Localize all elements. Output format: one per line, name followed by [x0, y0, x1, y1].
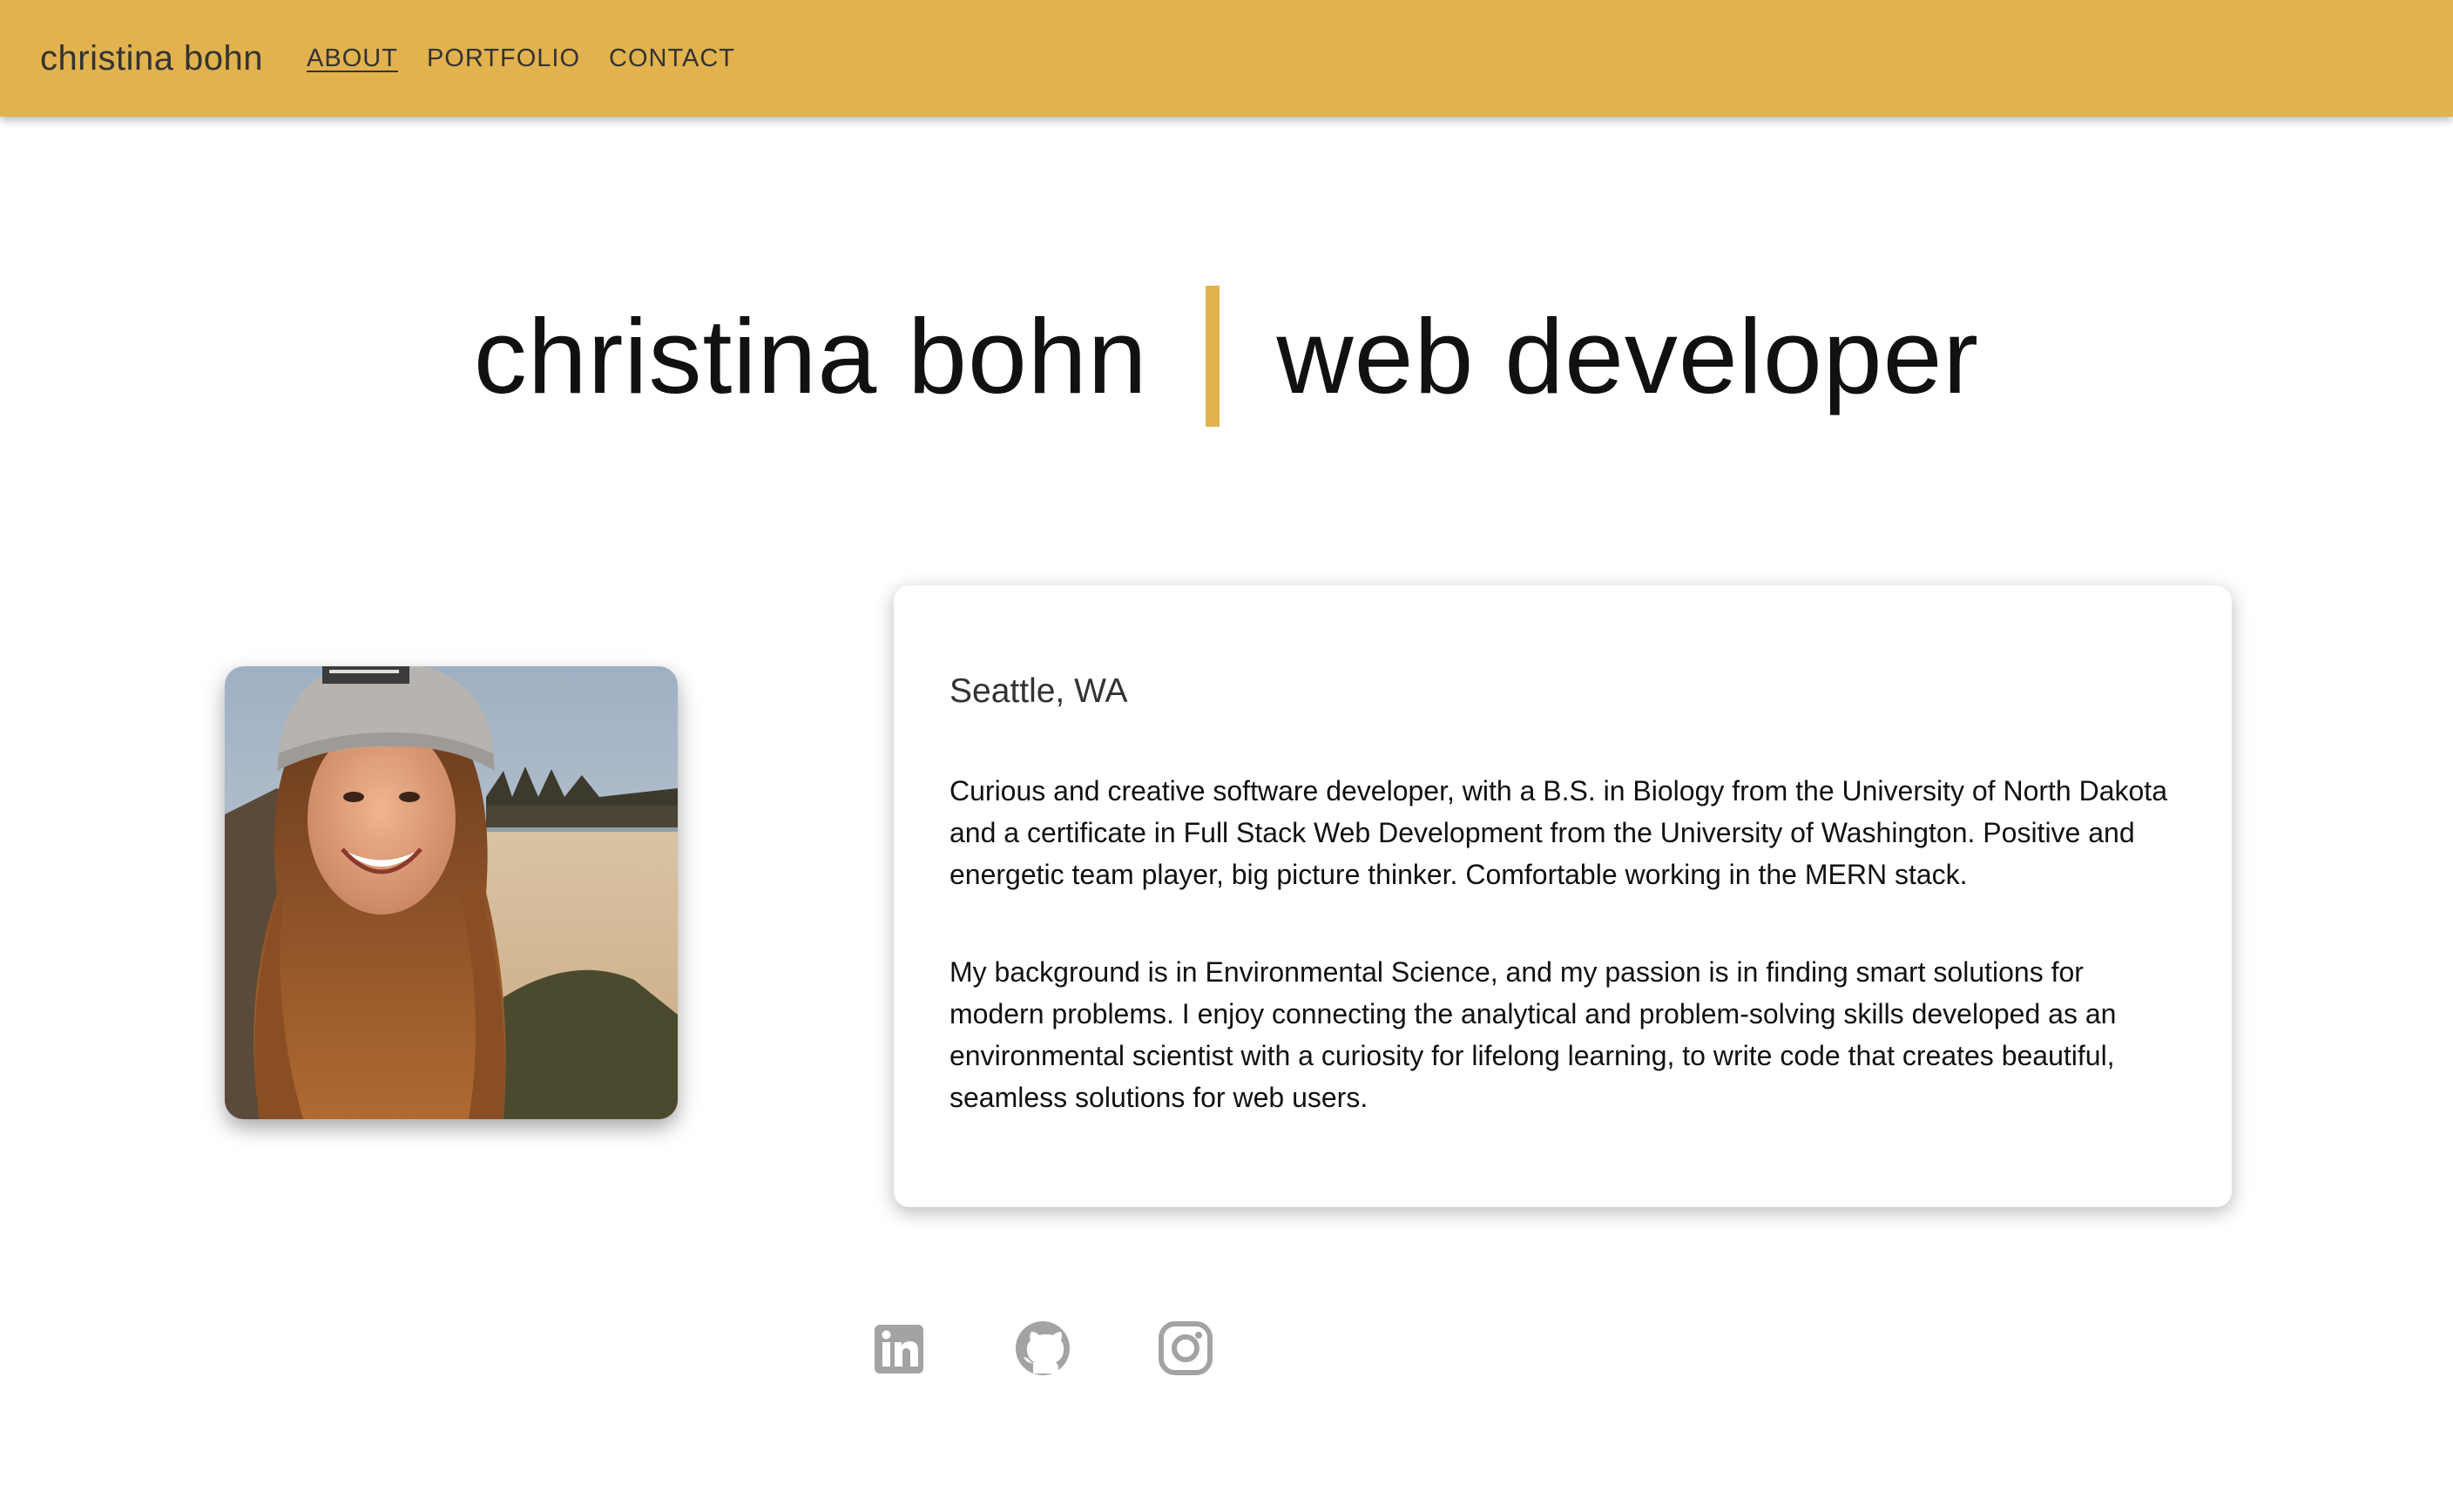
social-links: [871, 1320, 1214, 1377]
hero-headline: christina bohn web developer: [0, 284, 2453, 428]
brand-name[interactable]: christina bohn: [40, 39, 263, 78]
github-icon[interactable]: [1014, 1320, 1071, 1377]
navbar: christina bohn ABOUT PORTFOLIO CONTACT: [0, 0, 2453, 117]
nav-link-about[interactable]: ABOUT: [307, 44, 398, 73]
profile-photo: [225, 666, 678, 1119]
linkedin-icon[interactable]: [871, 1320, 929, 1377]
bio-paragraph-1: Curious and creative software developer,…: [949, 775, 2167, 890]
hero-divider: [1205, 285, 1220, 427]
hero-role: web developer: [1276, 296, 1980, 415]
nav-link-portfolio[interactable]: PORTFOLIO: [427, 44, 580, 73]
hero-name: christina bohn: [473, 296, 1148, 415]
instagram-icon[interactable]: [1157, 1320, 1214, 1377]
about-card: Seattle, WA Curious and creative softwar…: [894, 585, 2232, 1207]
location-text: Seattle, WA: [949, 672, 1128, 710]
nav-link-contact[interactable]: CONTACT: [609, 44, 735, 73]
bio-paragraph-2: My background is in Environmental Scienc…: [949, 956, 2117, 1113]
